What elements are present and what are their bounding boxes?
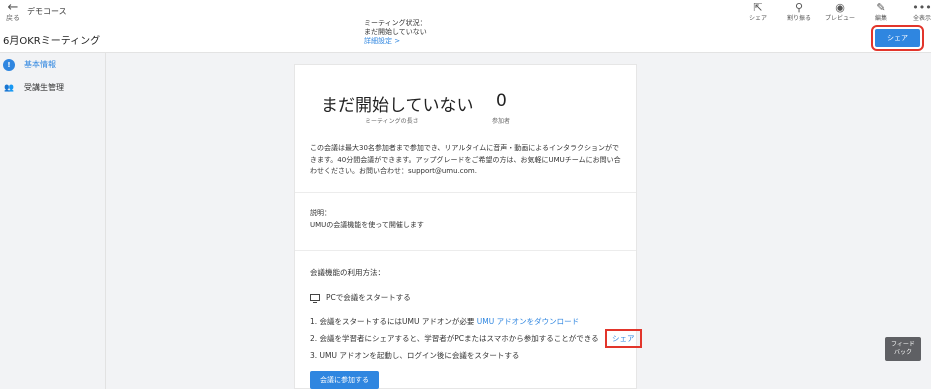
toolbar: ⇱ シェア ⚲ 割り振る ◉ プレビュー ✎ 編集 ••• 全表示 bbox=[742, 1, 931, 23]
download-addon-link[interactable]: UMU アドオンをダウンロード bbox=[477, 317, 579, 326]
sidebar: ! 基本情報 👥 受講生管理 bbox=[0, 53, 106, 389]
share-tool-label: シェア bbox=[748, 15, 767, 22]
step-3-text: 3. UMU アドオンを起動し、ログイン後に会議をスタートする bbox=[310, 351, 520, 360]
feedback-button[interactable]: フィード バック bbox=[885, 337, 921, 361]
sidebar-item-learners[interactable]: 👥 受講生管理 bbox=[0, 76, 105, 99]
edit-tool-label: 編集 bbox=[874, 15, 887, 22]
course-name: デモコース bbox=[27, 7, 67, 16]
sidebar-item-basic-info[interactable]: ! 基本情報 bbox=[0, 53, 105, 76]
back-label: 戻る bbox=[6, 14, 20, 22]
export-icon: ⇱ bbox=[753, 1, 763, 14]
participant-label: 参加者 bbox=[492, 118, 511, 125]
back-arrow-icon: ← bbox=[7, 0, 19, 15]
edit-icon: ✎ bbox=[876, 1, 886, 14]
back-button[interactable]: ← 戻る bbox=[2, 0, 24, 23]
step-3: 3. UMU アドオンを起動し、ログイン後に会議をスタートする bbox=[310, 347, 621, 364]
monitor-icon bbox=[310, 294, 320, 303]
step-2: 2. 会議を学習者にシェアすると、学習者がPCまたはスマホから参加することができ… bbox=[310, 329, 642, 348]
meeting-length-label: ミーティングの長さ bbox=[365, 118, 419, 125]
assign-tool-button[interactable]: ⚲ 割り振る bbox=[783, 1, 815, 23]
step-1-text: 1. 会議をスタートするにはUMU アドオンが必要 bbox=[310, 317, 475, 326]
info-icon: ! bbox=[3, 58, 15, 71]
share-link[interactable]: シェア bbox=[605, 329, 642, 348]
usage-heading: 会議機能の利用方法： bbox=[310, 268, 385, 277]
assign-icon: ⚲ bbox=[794, 1, 804, 14]
more-icon: ••• bbox=[912, 1, 931, 14]
participant-count: 0 bbox=[496, 91, 507, 111]
meeting-summary: まだ開始していない ミーティングの長さ 0 参加者 bbox=[295, 65, 636, 135]
more-tool-button[interactable]: ••• 全表示 bbox=[906, 1, 931, 23]
feedback-label-1: フィード bbox=[891, 341, 915, 348]
feedback-label-2: バック bbox=[893, 349, 912, 356]
sidebar-item-label: 基本情報 bbox=[24, 60, 56, 69]
share-tool-button[interactable]: ⇱ シェア bbox=[742, 1, 774, 23]
usage-section: 会議機能の利用方法： PCで会議をスタートする 1. 会議をスタートするにはUM… bbox=[295, 250, 642, 389]
join-meeting-button[interactable]: 会議に参加する bbox=[310, 371, 379, 389]
more-tool-label: 全表示 bbox=[912, 15, 931, 22]
page-title: 6月OKRミーティング bbox=[3, 36, 101, 47]
details-settings-link[interactable]: 詳細設定 > bbox=[364, 37, 446, 46]
pc-heading-row: PCで会議をスタートする bbox=[310, 292, 621, 303]
meeting-state: ミーティング状況： まだ開始していない 詳細設定 > bbox=[364, 19, 446, 46]
meeting-state-label: ミーティング状況： bbox=[364, 19, 427, 27]
step-2-text: 2. 会議を学習者にシェアすると、学習者がPCまたはスマホから参加することができ… bbox=[310, 334, 599, 343]
meeting-card: まだ開始していない ミーティングの長さ 0 参加者 この会議は最大30名参加者ま… bbox=[294, 64, 642, 389]
preview-tool-button[interactable]: ◉ プレビュー bbox=[824, 1, 856, 23]
description-label: 説明： bbox=[310, 209, 331, 217]
share-button[interactable]: シェア bbox=[871, 25, 924, 51]
eye-icon: ◉ bbox=[835, 1, 845, 14]
pc-heading: PCで会議をスタートする bbox=[326, 293, 411, 302]
edit-tool-button[interactable]: ✎ 編集 bbox=[865, 1, 897, 23]
sidebar-item-label: 受講生管理 bbox=[24, 83, 64, 92]
meeting-status-title: まだ開始していない bbox=[321, 96, 474, 116]
assign-tool-label: 割り振る bbox=[786, 15, 811, 22]
meeting-state-value: まだ開始していない bbox=[364, 28, 427, 36]
meeting-notice: この会議は最大30名参加者まで参加でき、リアルタイムに音声・動画によるインタラク… bbox=[310, 144, 621, 175]
description-section: 説明： UMUの会議機能を使って開催します bbox=[295, 192, 636, 250]
description-text: UMUの会議機能を使って開催します bbox=[310, 221, 424, 229]
people-icon: 👥 bbox=[4, 83, 14, 92]
preview-tool-label: プレビュー bbox=[824, 15, 855, 22]
top-bar: ← 戻る デモコース 6月OKRミーティング ⇱ シェア ⚲ 割り振る ◉ プレ… bbox=[0, 0, 931, 53]
step-1: 1. 会議をスタートするにはUMU アドオンが必要 UMU アドオンをダウンロー… bbox=[310, 313, 621, 330]
